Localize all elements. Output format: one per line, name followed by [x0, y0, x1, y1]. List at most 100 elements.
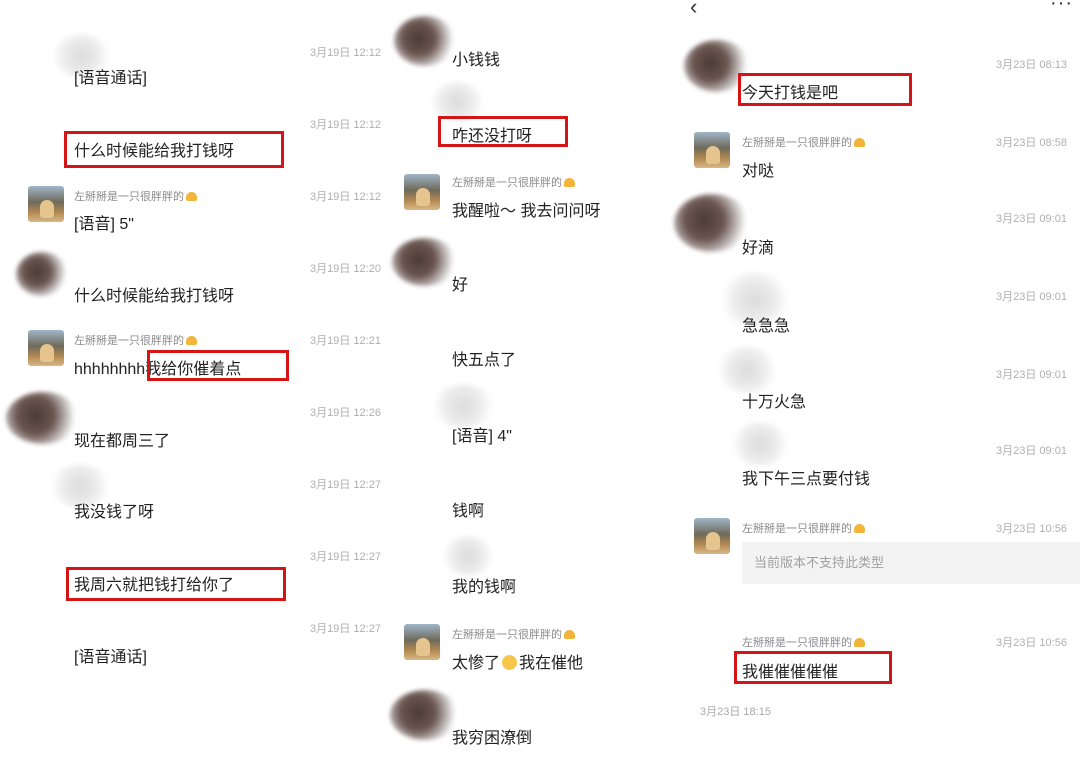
message-row[interactable]: 左掰掰是一只很胖胖的 3月23日 08:58 对哒: [690, 122, 1080, 194]
message-row[interactable]: 我的钱啊: [390, 536, 690, 610]
message-row[interactable]: 左掰掰是一只很胖胖的 3月23日 10:56 当前版本不支持此类型: [690, 510, 1080, 610]
message-text: [语音通话]: [74, 70, 147, 87]
highlight-box: [66, 567, 286, 601]
message-time: 3月19日 12:26: [310, 407, 381, 419]
crying-emoji-icon: [502, 655, 518, 670]
message-row[interactable]: 3月19日 12:12 什么时候能给我打钱呀: [0, 104, 390, 176]
message-text: 十万火急: [742, 394, 807, 411]
message-text: 钱啊: [452, 503, 485, 520]
message-row[interactable]: 钱啊: [390, 464, 690, 536]
message-text: 太惨了 我在催他: [452, 655, 584, 672]
highlight-box: [147, 350, 289, 381]
message-row[interactable]: 小钱钱: [390, 10, 690, 80]
avatar[interactable]: [440, 536, 496, 576]
sender-name: 左掰掰是一只很胖胖的: [452, 174, 575, 190]
message-text: 我醒啦～ 我去问问呀: [452, 203, 601, 220]
message-text: 快五点了: [452, 352, 517, 369]
avatar[interactable]: [16, 252, 68, 296]
message-row[interactable]: 3月19日 12:27 我没钱了呀: [0, 464, 390, 540]
highlight-box: [64, 131, 284, 168]
avatar[interactable]: [404, 174, 440, 210]
message-row[interactable]: 快五点了: [390, 316, 690, 388]
sender-name: 左掰掰是一只很胖胖的: [74, 332, 197, 348]
message-text: 好滴: [742, 240, 775, 257]
message-text: [语音] 5": [74, 216, 134, 233]
message-row[interactable]: 左掰掰是一只很胖胖的 3月19日 12:12 [语音] 5": [0, 180, 390, 252]
helmet-emoji-icon: [854, 638, 865, 647]
message-row[interactable]: 3月23日 09:01 十万火急: [690, 346, 1080, 428]
message-time: 3月19日 12:12: [310, 47, 381, 59]
message-text: 我的钱啊: [452, 579, 517, 596]
unsupported-message: 当前版本不支持此类型: [742, 542, 1080, 584]
message-time: 3月23日 08:13: [996, 59, 1067, 71]
sender-name: 左掰掰是一只很胖胖的: [742, 134, 865, 150]
back-icon[interactable]: ‹: [690, 0, 697, 20]
message-time: 3月23日 10:56: [996, 523, 1067, 535]
avatar[interactable]: [694, 132, 730, 168]
highlight-box: [438, 116, 568, 147]
message-row[interactable]: 3月23日 09:01 好滴: [674, 194, 1080, 274]
avatar[interactable]: [716, 346, 778, 394]
message-text: [语音] 4": [452, 428, 512, 445]
helmet-emoji-icon: [854, 138, 865, 147]
avatar[interactable]: [390, 690, 460, 740]
message-row[interactable]: 我穷困潦倒: [390, 690, 690, 763]
message-row[interactable]: 咋还没打呀: [390, 82, 690, 164]
message-time: 3月19日 12:27: [310, 551, 381, 563]
message-row[interactable]: 左掰掰是一只很胖胖的 3月19日 12:21 hhhhhhhh我给你催着点: [0, 324, 390, 396]
message-time: 3月23日 08:58: [996, 137, 1067, 149]
message-time: 3月19日 12:27: [310, 479, 381, 491]
helmet-emoji-icon: [564, 630, 575, 639]
message-time: 3月19日 12:12: [310, 119, 381, 131]
message-text: 对哒: [742, 163, 775, 180]
message-time: 3月23日 09:01: [996, 213, 1067, 225]
sender-name: 左掰掰是一只很胖胖的: [742, 520, 865, 536]
message-row[interactable]: 左掰掰是一只很胖胖的 我醒啦～ 我去问问呀: [390, 170, 690, 242]
avatar[interactable]: [674, 194, 750, 252]
message-text: 小钱钱: [452, 52, 501, 69]
highlight-box: [738, 73, 912, 106]
message-row[interactable]: 好: [390, 238, 690, 312]
message-row[interactable]: 3月23日 08:13 今天打钱是吧: [684, 40, 1080, 116]
message-time: 3月19日 12:21: [310, 335, 381, 347]
avatar[interactable]: [730, 422, 790, 466]
avatar[interactable]: [392, 238, 458, 286]
message-row[interactable]: 左掰掰是一只很胖胖的 太惨了 我在催他: [390, 620, 690, 692]
avatar[interactable]: [694, 518, 730, 554]
message-time: 3月23日 09:01: [996, 291, 1067, 303]
chat-panel-1: 3月19日 12:12 [语音通话] 3月19日 12:12 什么时候能给我打钱…: [0, 0, 390, 763]
sender-name: 左掰掰是一只很胖胖的: [74, 188, 197, 204]
helmet-emoji-icon: [186, 192, 197, 201]
message-text: 现在都周三了: [74, 433, 171, 450]
message-text: 我下午三点要付钱: [742, 471, 871, 488]
message-time: 3月23日 09:01: [996, 369, 1067, 381]
avatar[interactable]: [6, 392, 80, 444]
helmet-emoji-icon: [564, 178, 575, 187]
message-text: 好: [452, 277, 469, 294]
avatar[interactable]: [28, 186, 64, 222]
message-row[interactable]: 3月23日 09:01 我下午三点要付钱: [690, 422, 1080, 504]
message-row[interactable]: 3月19日 12:27 [语音通话]: [0, 612, 390, 684]
message-time: 3月23日 10:56: [996, 637, 1067, 649]
avatar[interactable]: [28, 330, 64, 366]
chat-panel-2: 小钱钱 咋还没打呀 左掰掰是一只很胖胖的 我醒啦～ 我去问问呀 好 快五点了 […: [390, 0, 690, 763]
message-row[interactable]: 3月19日 12:20 什么时候能给我打钱呀: [0, 252, 390, 324]
message-text: 急急急: [742, 318, 791, 335]
more-options-icon[interactable]: ···: [1050, 0, 1073, 15]
message-time: 3月19日 12:12: [310, 191, 381, 203]
message-text: 我穷困潦倒: [452, 730, 533, 747]
sender-name: 左掰掰是一只很胖胖的: [742, 634, 865, 650]
helmet-emoji-icon: [854, 524, 865, 533]
chat-panel-3: 3月23日 08:13 今天打钱是吧 左掰掰是一只很胖胖的 3月23日 08:5…: [674, 0, 1080, 763]
message-text: 什么时候能给我打钱呀: [74, 288, 235, 305]
message-time: 3月23日 09:01: [996, 445, 1067, 457]
message-row[interactable]: 3月23日 09:01 急急急: [690, 272, 1080, 352]
message-row[interactable]: 左掰掰是一只很胖胖的 3月23日 10:56 我催催催催催: [690, 626, 1080, 696]
message-row[interactable]: 3月19日 12:26 现在都周三了: [0, 392, 390, 468]
avatar[interactable]: [394, 16, 456, 66]
avatar[interactable]: [404, 624, 440, 660]
message-row[interactable]: 3月19日 12:27 我周六就把钱打给你了: [0, 540, 390, 612]
message-row[interactable]: [语音] 4": [390, 384, 690, 460]
message-row[interactable]: 3月19日 12:12 [语音通话]: [0, 30, 390, 102]
message-text: 我没钱了呀: [74, 504, 155, 521]
